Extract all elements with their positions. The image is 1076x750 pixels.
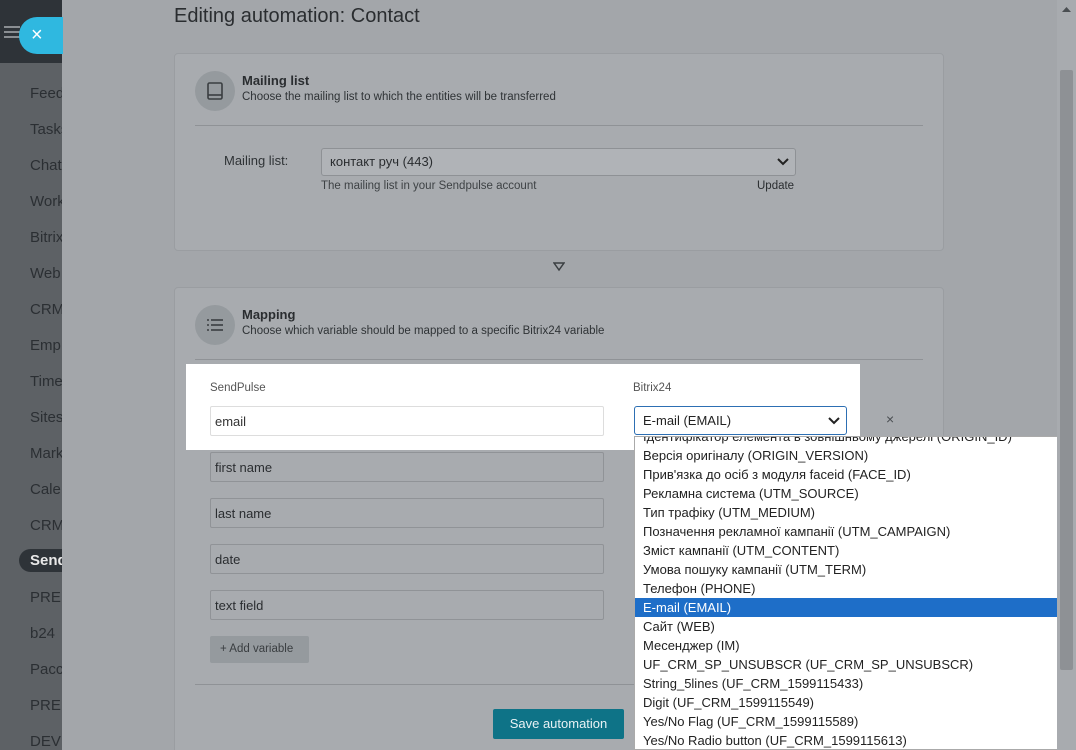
dropdown-option[interactable]: Телефон (PHONE)	[635, 579, 1076, 598]
mapping-title: Mapping	[242, 307, 296, 322]
page-scrollbar[interactable]	[1057, 0, 1076, 750]
mailing-list-select[interactable]: контакт руч (443)	[321, 148, 796, 176]
mailing-list-hint: The mailing list in your Sendpulse accou…	[321, 180, 537, 192]
mapping-desc: Choose which variable should be mapped t…	[242, 325, 605, 337]
plus-icon: +	[220, 643, 227, 655]
dropdown-option[interactable]: E-mail (EMAIL)	[635, 598, 1076, 617]
sidebar-item-crm-2[interactable]: CRM	[30, 517, 62, 534]
sidebar-item-pre[interactable]: PRE	[30, 589, 61, 606]
sidebar-item-cale[interactable]: Cale	[30, 481, 61, 498]
variable-input-date[interactable]: date	[210, 544, 604, 574]
variable-input-last-name[interactable]: last name	[210, 498, 604, 528]
bitrix24-field-select[interactable]: E-mail (EMAIL)	[634, 406, 847, 435]
dropdown-option[interactable]: Зміст кампанії (UTM_CONTENT)	[635, 541, 1076, 560]
remove-row-icon[interactable]: ×	[886, 411, 894, 427]
sidebar-item-emp[interactable]: Emp	[30, 337, 61, 354]
dropdown-option[interactable]: Сайт (WEB)	[635, 617, 1076, 636]
variable-input-first-name[interactable]: first name	[210, 452, 604, 482]
sidebar-item-pacc[interactable]: Pacc	[30, 661, 62, 678]
add-variable-button[interactable]: + Add variable	[210, 636, 309, 663]
dropdown-option[interactable]: Yes/No Radio button (UF_CRM_1599115613)	[635, 731, 1076, 749]
bitrix24-column-label: Bitrix24	[633, 382, 672, 394]
update-link[interactable]: Update	[757, 180, 794, 192]
sidebar-item-sites[interactable]: Sites	[30, 409, 62, 426]
list-icon	[195, 305, 235, 345]
close-slider-button[interactable]: ×	[19, 17, 63, 54]
sidebar-item-b24[interactable]: b24	[30, 625, 55, 642]
variable-input-email[interactable]: email	[210, 406, 604, 436]
dropdown-options: Ідентифікатор елемента в зовнішньому дже…	[635, 437, 1076, 749]
chevron-down-icon	[828, 417, 840, 425]
page-scroll-thumb[interactable]	[1060, 70, 1073, 670]
dropdown-option[interactable]: Ідентифікатор елемента в зовнішньому дже…	[635, 437, 1076, 446]
sidebar-item-tasks[interactable]: Tasks	[30, 121, 62, 138]
bitrix24-field-dropdown[interactable]: Ідентифікатор елемента в зовнішньому дже…	[634, 436, 1076, 750]
save-automation-button[interactable]: Save automation	[493, 709, 624, 739]
dropdown-option[interactable]: Месенджер (IM)	[635, 636, 1076, 655]
dropdown-option[interactable]: UF_CRM_SP_UNSUBSCR (UF_CRM_SP_UNSUBSCR)	[635, 655, 1076, 674]
book-icon	[195, 71, 235, 111]
sendpulse-column-label: SendPulse	[210, 382, 266, 394]
dropdown-option[interactable]: Позначення рекламної кампанії (UTM_CAMPA…	[635, 522, 1076, 541]
dropdown-option[interactable]: Версія оригіналу (ORIGIN_VERSION)	[635, 446, 1076, 465]
sidebar-item-crm[interactable]: CRM	[30, 301, 62, 318]
sidebar-item-time[interactable]: Time	[30, 373, 62, 390]
bitrix24-field-value: E-mail (EMAIL)	[643, 413, 732, 428]
close-icon: ×	[31, 24, 43, 46]
chevron-down-icon	[777, 158, 789, 166]
variable-input-text-field[interactable]: text field	[210, 590, 604, 620]
arrow-down-icon	[553, 262, 565, 272]
divider	[195, 125, 923, 126]
add-variable-label: Add variable	[229, 643, 294, 655]
mailing-list-card: Mailing list Choose the mailing list to …	[174, 53, 944, 251]
dropdown-option[interactable]: Прив'язка до осіб з модуля faceid (FACE_…	[635, 465, 1076, 484]
sidebar-item-work[interactable]: Work	[30, 193, 62, 210]
sidebar-item-pre-2[interactable]: PRE	[30, 697, 61, 714]
divider	[195, 359, 923, 360]
page-title: Editing automation: Contact	[174, 5, 420, 27]
mailing-list-title: Mailing list	[242, 73, 310, 88]
sidebar-item-chat[interactable]: Chat	[30, 157, 62, 174]
sidebar-item-feed[interactable]: Feed	[30, 85, 62, 102]
sidebar-item-send[interactable]: Send	[19, 549, 62, 572]
sidebar-item-bitrix[interactable]: Bitrix	[30, 229, 62, 246]
mailing-list-value: контакт руч (443)	[330, 154, 433, 169]
dropdown-option[interactable]: Тип трафіку (UTM_MEDIUM)	[635, 503, 1076, 522]
dropdown-option[interactable]: Умова пошуку кампанії (UTM_TERM)	[635, 560, 1076, 579]
scroll-up-icon[interactable]	[1062, 6, 1071, 12]
sidebar-item-web[interactable]: Web	[30, 265, 61, 282]
dropdown-option[interactable]: Рекламна система (UTM_SOURCE)	[635, 484, 1076, 503]
menu-icon[interactable]	[4, 26, 20, 38]
mailing-list-label: Mailing list:	[224, 153, 289, 168]
left-sidebar: Feed Tasks Chat Work Bitrix Web CRM Emp …	[0, 0, 62, 750]
sidebar-item-mark[interactable]: Mark	[30, 445, 62, 462]
sidebar-item-dev[interactable]: DEV	[30, 733, 61, 750]
dropdown-option[interactable]: Yes/No Flag (UF_CRM_1599115589)	[635, 712, 1076, 731]
dropdown-option[interactable]: String_5lines (UF_CRM_1599115433)	[635, 674, 1076, 693]
dropdown-option[interactable]: Digit (UF_CRM_1599115549)	[635, 693, 1076, 712]
mailing-list-desc: Choose the mailing list to which the ent…	[242, 91, 556, 103]
